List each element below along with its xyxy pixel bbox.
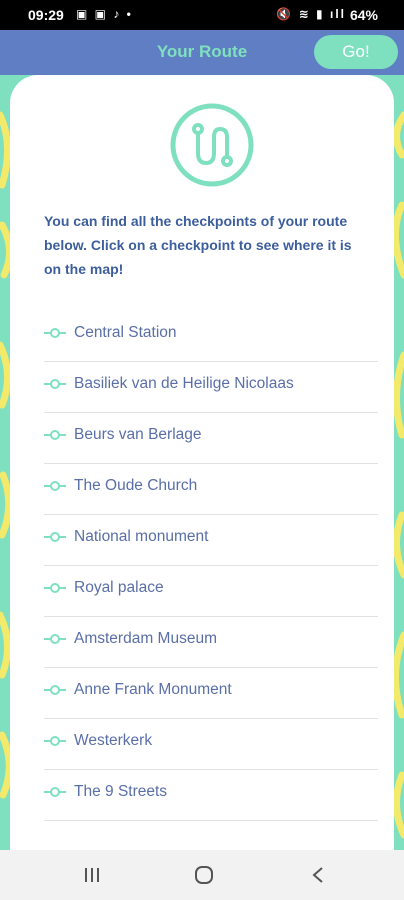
status-time: 09:29	[28, 7, 64, 23]
back-icon[interactable]	[298, 864, 338, 886]
checkpoint-item-westerkerk[interactable]: Westerkerk	[44, 719, 378, 770]
signal-icons: 🔇 ≋ ▮ ıll	[276, 7, 346, 21]
checkpoint-item-amsterdam-museum[interactable]: Amsterdam Museum	[44, 617, 378, 668]
route-logo-icon	[170, 103, 254, 187]
checkpoint-label: Basiliek van de Heilige Nicolaas	[74, 375, 294, 392]
checkpoint-item-beurs-van-berlage[interactable]: Beurs van Berlage	[44, 413, 378, 464]
checkpoint-item-basiliek[interactable]: Basiliek van de Heilige Nicolaas	[44, 362, 378, 413]
home-icon[interactable]	[184, 864, 224, 886]
checkpoint-item-royal-palace[interactable]: Royal palace	[44, 566, 378, 617]
checkpoint-label: The 9 Streets	[74, 783, 168, 800]
checkpoint-node-icon	[44, 787, 66, 797]
checkpoint-node-icon	[44, 634, 66, 644]
checkpoint-node-icon	[44, 379, 66, 389]
checkpoint-node-icon	[44, 583, 66, 593]
checkpoint-node-icon	[44, 328, 66, 338]
system-nav-bar	[0, 850, 404, 900]
checkpoint-item-central-station[interactable]: Central Station	[44, 311, 378, 362]
checkpoint-item-the-9-streets[interactable]: The 9 Streets	[44, 770, 378, 821]
app-header: Your Route Go!	[0, 30, 404, 75]
go-button[interactable]: Go!	[314, 35, 398, 69]
status-bar: 09:29 ▣ ▣ ♪ • 🔇 ≋ ▮ ıll 64%	[0, 0, 404, 30]
checkpoint-node-icon	[44, 430, 66, 440]
checkpoint-label: Royal palace	[74, 579, 164, 596]
checkpoint-item-national-monument[interactable]: National monument	[44, 515, 378, 566]
checkpoint-node-icon	[44, 685, 66, 695]
checkpoint-label: The Oude Church	[74, 477, 198, 494]
intro-text: You can find all the checkpoints of your…	[44, 213, 352, 277]
notification-icons: ▣ ▣ ♪ •	[76, 7, 133, 21]
checkpoint-node-icon	[44, 481, 66, 491]
checkpoint-node-icon	[44, 532, 66, 542]
battery-level: 64%	[349, 7, 378, 23]
checkpoint-label: National monument	[74, 528, 209, 545]
checkpoint-label: Westerkerk	[74, 732, 153, 749]
recents-icon[interactable]	[72, 864, 112, 886]
checkpoint-list: Central Station Basiliek van de Heilige …	[44, 311, 378, 821]
route-card: You can find all the checkpoints of your…	[10, 75, 394, 850]
checkpoint-item-anne-frank-monument[interactable]: Anne Frank Monument	[44, 668, 378, 719]
checkpoint-label: Beurs van Berlage	[74, 426, 202, 443]
checkpoint-label: Central Station	[74, 324, 177, 341]
checkpoint-item-oude-church[interactable]: The Oude Church	[44, 464, 378, 515]
checkpoint-label: Anne Frank Monument	[74, 681, 232, 698]
checkpoint-label: Amsterdam Museum	[74, 630, 217, 647]
checkpoint-node-icon	[44, 736, 66, 746]
